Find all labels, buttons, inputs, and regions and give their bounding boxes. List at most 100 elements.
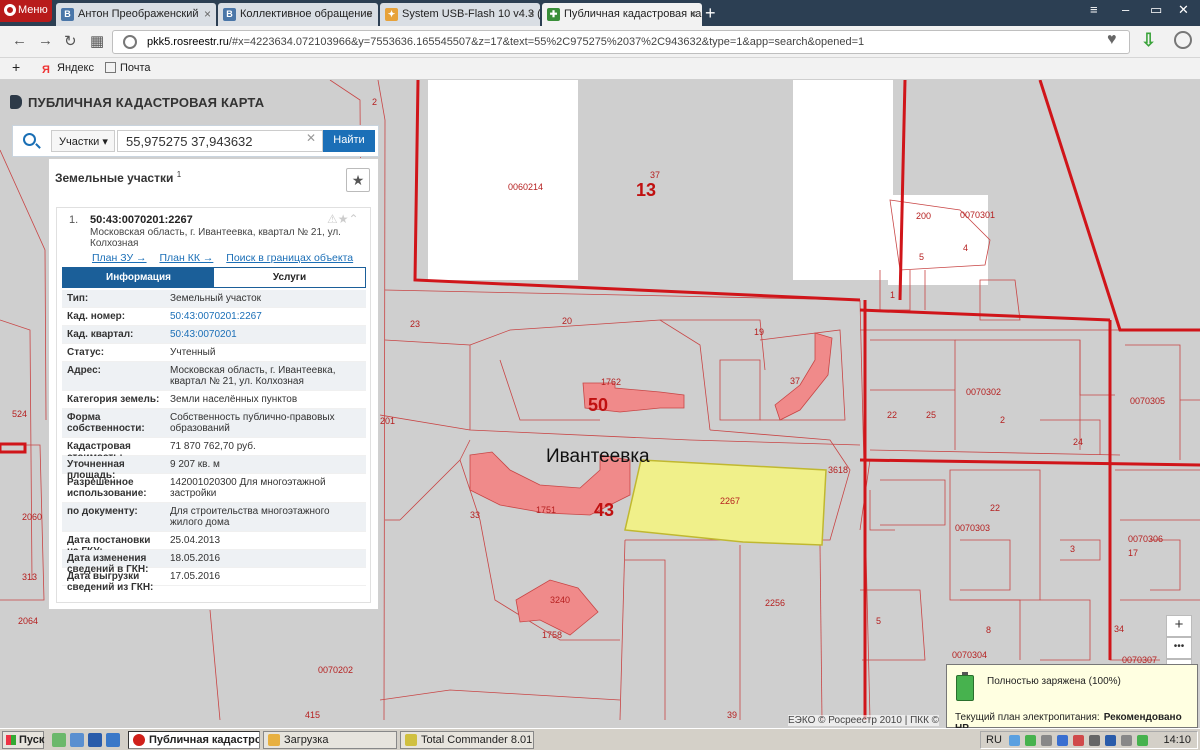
task-label: Total Commander 8.01 - ... [421, 734, 533, 746]
map-parcel-label: 5 [919, 252, 925, 262]
search-type-select[interactable]: Участки ▾ [51, 130, 115, 152]
url-host: pkk5.rosreestr.ru [147, 36, 229, 48]
browser-tab[interactable]: ✦ System USB-Flash 10 v4.3 (2 × [380, 3, 540, 26]
search-icon[interactable] [23, 133, 36, 146]
browser-tab-active[interactable]: ✚ Публичная кадастровая карт × [542, 3, 702, 26]
download-icon[interactable]: ⇩ [1141, 30, 1156, 51]
taskbar-task-opera[interactable]: Публичная кадастро... [128, 731, 260, 749]
browser-tab[interactable]: В Коллективное обращение × [218, 3, 378, 26]
browser-tab-bar: Меню В Антон Преображенский × В Коллекти… [0, 0, 1200, 26]
map-parcel-label: 37 [790, 376, 801, 386]
attribute-value: Земельный участок [170, 293, 262, 304]
result-index: 1. [69, 214, 79, 226]
zoom-in-button[interactable]: + [1166, 615, 1192, 637]
search-button[interactable]: Найти [323, 130, 375, 152]
forward-button[interactable]: → [38, 32, 53, 49]
site-info-icon[interactable] [123, 35, 137, 49]
clock: 14:10 [1163, 734, 1191, 746]
tab-services[interactable]: Услуги [214, 268, 365, 287]
map-parcel-label: 3618 [828, 465, 849, 475]
attribute-row: по документу: Для строительства многоэтаж… [62, 503, 366, 532]
attribute-row: Дата выгрузки сведений из ГКН: 17.05.2016 [62, 568, 366, 593]
system-tray: RU 14:10 [980, 731, 1198, 749]
close-icon[interactable]: × [204, 7, 211, 21]
map-parcel-label: 0070301 [960, 210, 996, 220]
attribute-row: Кад. квартал: 50:43:0070201 [62, 326, 366, 344]
tray-icon[interactable] [1041, 735, 1052, 746]
start-button[interactable]: Пуск [2, 731, 44, 749]
attribute-row: Статус: Учтенный [62, 344, 366, 362]
tray-icon[interactable] [1073, 735, 1084, 746]
map-parcel-label: 0060214 [508, 182, 544, 192]
tray-icon[interactable] [1105, 735, 1116, 746]
tab-label: Публичная кадастровая карт [564, 8, 702, 20]
new-tab-button[interactable]: + [705, 3, 716, 24]
address-bar[interactable]: pkk5.rosreestr.ru/#x=4223634.072103966&y… [112, 30, 1130, 54]
account-icon[interactable] [1174, 31, 1192, 49]
bookmark-mail[interactable]: Почта [105, 62, 151, 74]
download-icon [268, 734, 280, 746]
reload-button[interactable]: ↻ [64, 32, 77, 50]
bookmark-label: Яндекс [57, 62, 94, 74]
map-parcel-label: 0070202 [318, 665, 354, 675]
quicklaunch-icon[interactable] [106, 733, 120, 747]
mail-icon [105, 62, 116, 73]
attribute-row: Дата изменения сведений в ГКН: 18.05.2016 [62, 550, 366, 575]
close-window-button[interactable]: ✕ [1178, 2, 1189, 18]
clear-search-icon[interactable]: ✕ [306, 131, 316, 145]
language-indicator[interactable]: RU [986, 734, 1002, 746]
map-parcel-label: 5 [876, 616, 882, 626]
tray-icon[interactable] [1009, 735, 1020, 746]
back-button[interactable]: ← [12, 32, 27, 49]
favorites-button[interactable]: ★ [346, 168, 370, 192]
panel-title-text: Земельные участки [55, 171, 174, 185]
tray-icon[interactable] [1057, 735, 1068, 746]
attribute-value-link[interactable]: 50:43:0070201:2267 [170, 311, 355, 322]
attribute-value: 9 207 кв. м [170, 459, 220, 470]
maximize-button[interactable]: ▭ [1150, 2, 1162, 18]
taskbar-task-download[interactable]: Загрузка [263, 731, 397, 749]
attribute-value-link[interactable]: 50:43:0070201 [170, 329, 355, 340]
city-label: Ивантеевка [546, 446, 650, 467]
heart-icon[interactable]: ♥ [1107, 31, 1117, 49]
rosreestr-logo-icon [10, 95, 22, 109]
add-bookmark-button[interactable]: + [12, 59, 20, 75]
opera-menu-button[interactable]: Меню [0, 0, 52, 22]
attribute-row: Категория земель: Земли населённых пункто… [62, 391, 366, 409]
power-plan-label: Текущий план электропитания: [955, 712, 1100, 723]
browser-tab[interactable]: В Антон Преображенский × [56, 3, 216, 26]
tray-icon[interactable] [1089, 735, 1100, 746]
quicklaunch-icon[interactable] [70, 733, 84, 747]
close-icon[interactable]: × [690, 7, 697, 21]
battery-icon[interactable] [1137, 735, 1148, 746]
attribute-row: Адрес: Московская область, г. Ивантеевка,… [62, 362, 366, 391]
map-parcel-label: 25 [926, 410, 937, 420]
tab-menu-icon[interactable]: ≡ [1090, 2, 1098, 17]
taskbar-task-totalcmd[interactable]: Total Commander 8.01 - ... [400, 731, 534, 749]
search-input[interactable]: 55,975275 37,943632 [117, 130, 323, 152]
map-parcel-label: 2256 [765, 598, 786, 608]
search-bar: Участки ▾ 55,975275 37,943632 ✕ Найти [12, 125, 379, 157]
tab-information[interactable]: Информация [63, 268, 214, 287]
plan-zu-link[interactable]: План ЗУ → [92, 252, 147, 264]
plan-kk-link[interactable]: План КК → [159, 252, 213, 264]
close-icon[interactable]: × [528, 7, 535, 21]
attribute-value: Учтенный [170, 347, 216, 358]
bookmark-yandex[interactable]: Я Яндекс [42, 62, 94, 76]
map-more-button[interactable]: ••• [1166, 637, 1192, 659]
map-parcel-label: 201 [380, 416, 396, 426]
taskbar: Пуск Публичная кадастро... Загрузка Tota… [0, 728, 1200, 750]
quicklaunch-icon[interactable] [52, 733, 66, 747]
speed-dial-icon[interactable]: ▦ [90, 32, 104, 50]
tray-icon[interactable] [1025, 735, 1036, 746]
map-parcel-label: 1762 [601, 377, 622, 387]
attribute-value: 71 870 762,70 руб. [170, 441, 256, 452]
quicklaunch-icon[interactable] [88, 733, 102, 747]
map-parcel-label: 3 [1070, 544, 1076, 554]
opera-icon [133, 734, 145, 746]
attribute-key: Дата выгрузки сведений из ГКН: [67, 571, 154, 593]
volume-icon[interactable] [1121, 735, 1132, 746]
minimize-button[interactable]: – [1122, 2, 1129, 17]
close-icon[interactable]: × [366, 7, 373, 21]
card-action-icons[interactable]: ⚠★⌃ [327, 212, 359, 226]
